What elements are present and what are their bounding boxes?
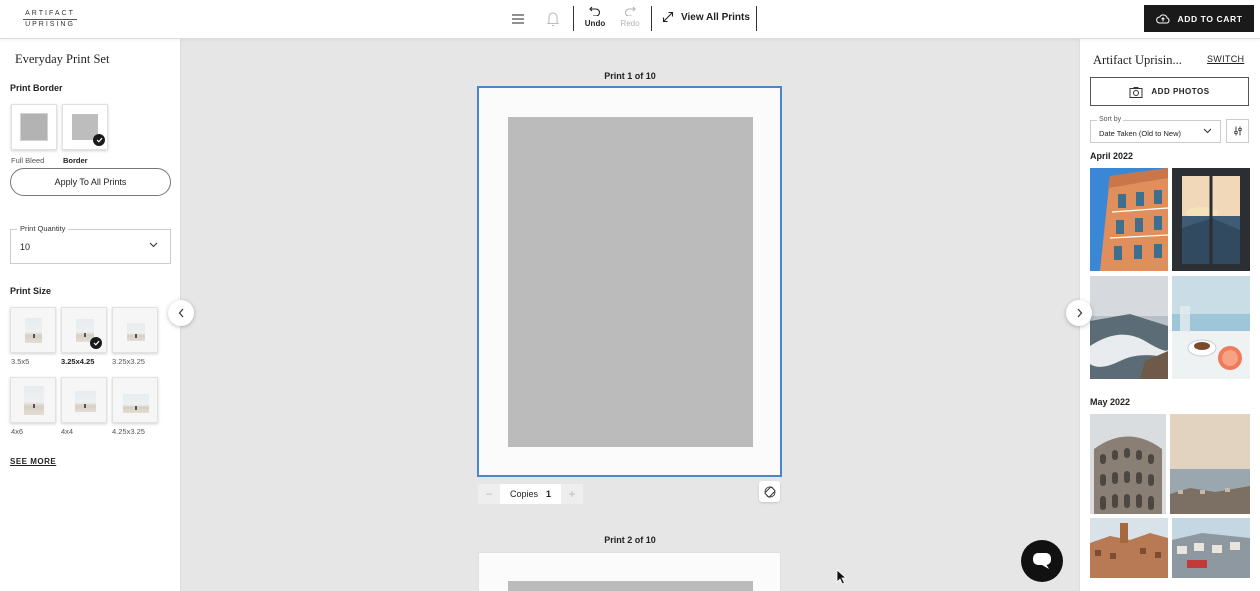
chevron-down-icon xyxy=(1203,128,1212,134)
size-option-label: 4.25x3.25 xyxy=(112,427,145,436)
increase-copies-button[interactable]: + xyxy=(561,487,583,501)
print-size-heading: Print Size xyxy=(10,286,52,296)
border-option-label: Border xyxy=(63,156,88,165)
sort-by-label: Sort by xyxy=(1097,116,1124,123)
rooftops-photo[interactable] xyxy=(1090,518,1168,578)
copies-label: Copies xyxy=(510,489,539,499)
size-option-4x6[interactable] xyxy=(10,377,56,423)
ocean-waves-photo[interactable] xyxy=(1090,276,1168,379)
border-option-border[interactable] xyxy=(62,104,108,150)
size-option-label: 3.25x4.25 xyxy=(61,357,95,366)
breakfast-table-photo[interactable] xyxy=(1172,276,1250,379)
print-1-label: Print 1 of 10 xyxy=(604,71,656,81)
sort-by-value: Date Taken (Old to New) xyxy=(1099,129,1181,138)
view-all-label: View All Prints xyxy=(681,11,750,23)
size-option-3-25x3-25[interactable] xyxy=(112,307,158,353)
size-option-label: 4x4 xyxy=(61,427,74,436)
undo-button[interactable]: Undo xyxy=(582,5,608,28)
add-to-cart-button[interactable]: ADD TO CART xyxy=(1144,5,1254,32)
print-border-heading: Print Border xyxy=(10,83,63,93)
print-2-photo-placeholder[interactable] xyxy=(508,581,753,591)
left-settings-panel: Everyday Print Set Print Border Full Ble… xyxy=(0,39,181,591)
print-quantity-select[interactable]: Print Quantity 10 xyxy=(10,224,171,264)
hamburger-icon[interactable] xyxy=(510,11,526,27)
logo-line-2: UPRISING xyxy=(25,21,75,28)
brand-logo[interactable]: ARTIFACT UPRISING xyxy=(21,9,79,30)
camera-icon xyxy=(1129,86,1143,98)
building-facade-photo[interactable] xyxy=(1090,168,1168,271)
harbor-town-photo[interactable] xyxy=(1172,518,1250,578)
add-photos-label: ADD PHOTOS xyxy=(1151,87,1210,96)
redo-label: Redo xyxy=(620,19,640,28)
size-option-label: 4x6 xyxy=(11,427,24,436)
filter-button[interactable] xyxy=(1226,119,1249,143)
switch-source-link[interactable]: SWITCH xyxy=(1207,54,1244,64)
size-option-3-25x4-25[interactable] xyxy=(61,307,107,353)
undo-label: Undo xyxy=(584,19,606,28)
checkmark-icon xyxy=(93,134,105,146)
checkmark-icon xyxy=(90,337,102,349)
chevron-left-icon xyxy=(178,308,183,318)
size-option-4-25x3-25[interactable] xyxy=(112,377,158,423)
colosseum-photo[interactable] xyxy=(1090,414,1166,514)
apply-to-all-prints-button[interactable]: Apply To All Prints xyxy=(10,168,171,196)
collapse-left-panel-button[interactable] xyxy=(168,300,194,326)
logo-line-1: ARTIFACT xyxy=(25,10,75,17)
bell-icon[interactable] xyxy=(545,10,561,28)
decrease-copies-button[interactable]: − xyxy=(478,487,500,501)
product-title: Everyday Print Set xyxy=(15,52,110,66)
window-sea-view-photo[interactable] xyxy=(1172,168,1250,271)
coastal-town-photo[interactable] xyxy=(1170,414,1250,514)
print-2-card[interactable] xyxy=(478,552,781,591)
collapse-right-panel-button[interactable] xyxy=(1066,300,1092,326)
size-option-label: 3.5x5 xyxy=(11,357,30,366)
rotate-icon xyxy=(764,486,775,497)
copies-display: Copies 1 xyxy=(500,484,562,504)
copies-count: 1 xyxy=(546,489,552,499)
redo-icon xyxy=(624,6,636,16)
undo-icon xyxy=(589,6,601,16)
month-heading: April 2022 xyxy=(1090,151,1134,161)
chevron-down-icon xyxy=(149,242,158,248)
print-quantity-label: Print Quantity xyxy=(17,224,69,233)
rotate-button[interactable] xyxy=(759,481,780,502)
mouse-cursor-icon xyxy=(836,569,848,585)
sliders-icon xyxy=(1233,126,1242,136)
right-photos-panel: Artifact Uprisin... SWITCH ADD PHOTOS So… xyxy=(1079,39,1260,591)
print-1-card[interactable] xyxy=(477,86,782,477)
print-2-label: Print 2 of 10 xyxy=(604,535,656,545)
size-option-label: 3.25x3.25 xyxy=(112,357,145,366)
chat-button[interactable] xyxy=(1021,540,1063,582)
size-option-4x4[interactable] xyxy=(61,377,107,423)
photo-source-name: Artifact Uprisin... xyxy=(1093,53,1182,67)
see-more-link[interactable]: SEE MORE xyxy=(10,457,56,466)
print-1-photo-placeholder[interactable] xyxy=(508,117,753,447)
chat-bubble-icon xyxy=(1033,553,1051,569)
expand-icon xyxy=(662,11,674,23)
view-all-prints-button[interactable]: View All Prints xyxy=(662,11,750,23)
copies-stepper: − Copies 1 + xyxy=(478,484,584,504)
border-option-label: Full Bleed xyxy=(11,156,45,165)
month-heading: May 2022 xyxy=(1090,397,1131,407)
add-to-cart-label: ADD TO CART xyxy=(1177,13,1243,24)
chevron-right-icon xyxy=(1077,308,1082,318)
top-bar: ARTIFACT UPRISING Undo Redo View All Pri… xyxy=(0,0,1260,39)
redo-button[interactable]: Redo xyxy=(618,5,642,28)
print-quantity-value: 10 xyxy=(20,242,31,252)
border-option-full-bleed[interactable] xyxy=(11,104,57,150)
sort-by-select[interactable]: Sort by Date Taken (Old to New) xyxy=(1090,116,1221,143)
cloud-upload-icon xyxy=(1155,14,1169,24)
add-photos-button[interactable]: ADD PHOTOS xyxy=(1090,77,1249,106)
size-option-3-5x5[interactable] xyxy=(10,307,56,353)
